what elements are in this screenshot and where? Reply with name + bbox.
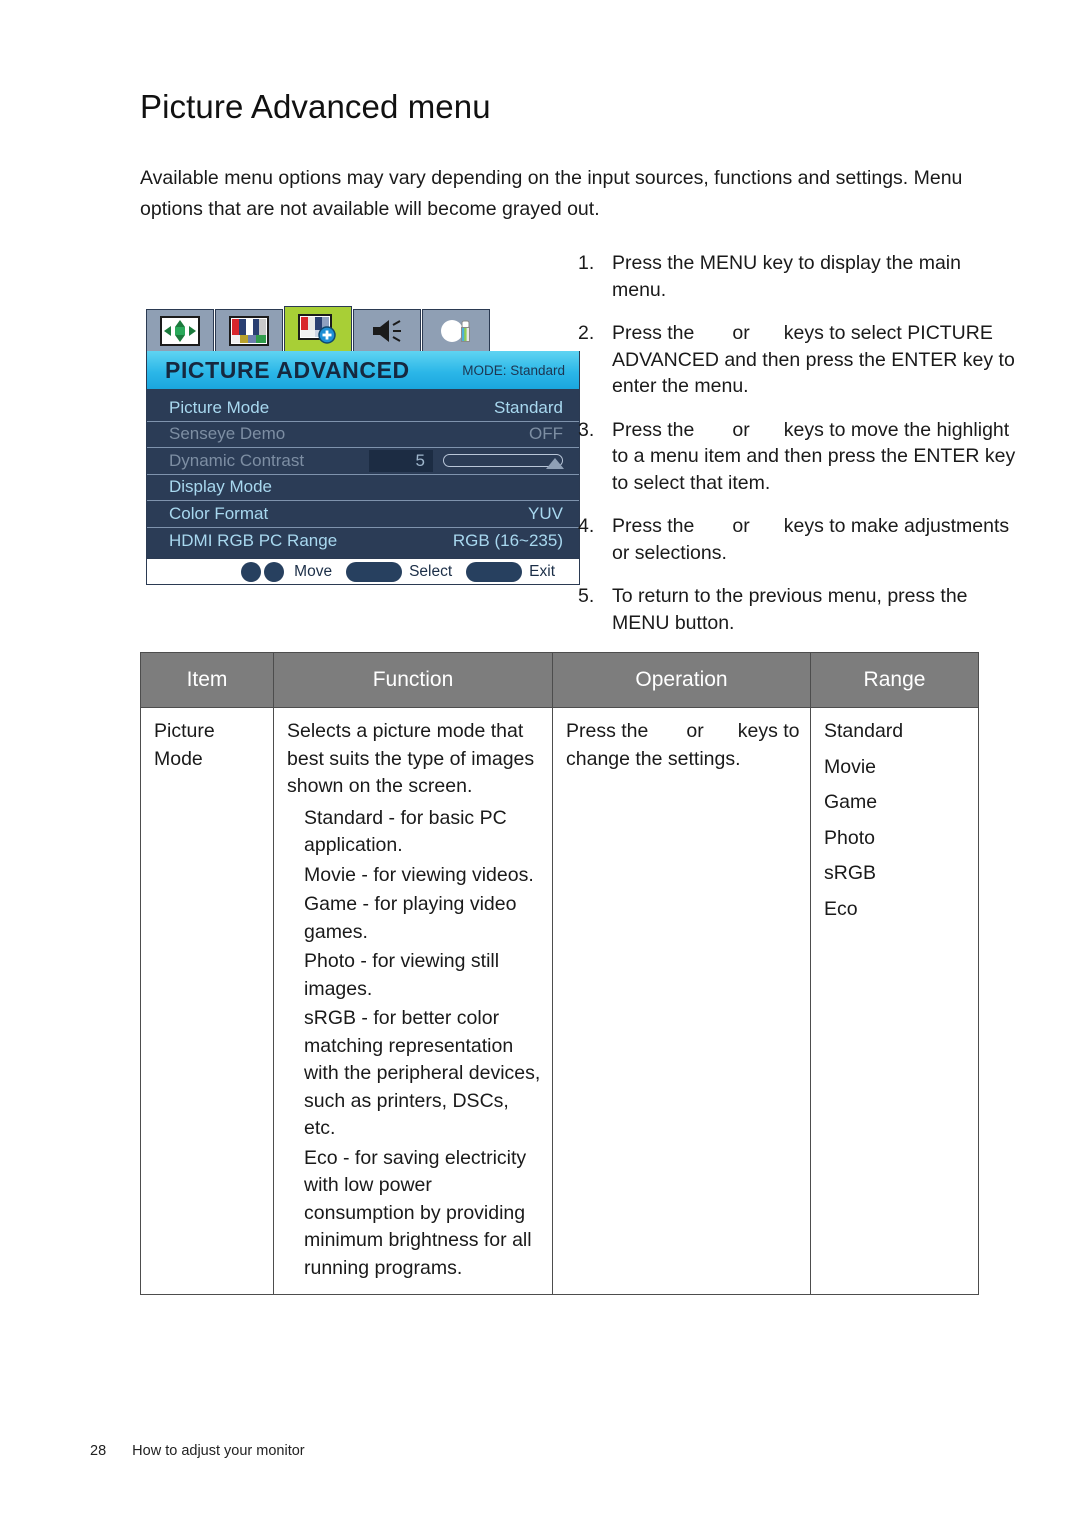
osd-label: Dynamic Contrast (169, 450, 305, 470)
osd-tab-picture[interactable] (215, 309, 283, 351)
osd-row-dynamic-contrast[interactable]: Dynamic Contrast 5 (147, 448, 579, 475)
page-footer: 28 How to adjust your monitor (90, 1443, 305, 1459)
osd-row-hdmi-rgb-pc-range[interactable]: HDMI RGB PC Range RGB (16~235) (147, 528, 579, 555)
osd-row-display-mode[interactable]: Display Mode (147, 475, 579, 501)
table-header-function: Function (273, 652, 553, 708)
function-bullet: Eco - for saving electricity with low po… (304, 1146, 532, 1279)
range-option: Movie (824, 755, 877, 778)
osd-row-picture-mode[interactable]: Picture Mode Standard (147, 395, 579, 422)
step-item: 3. Press the or keys to move the highlight… (578, 417, 1018, 497)
exit-button[interactable] (466, 561, 523, 582)
osd-tab-display[interactable] (146, 309, 214, 351)
osd-header-title: PICTURE ADVANCED (165, 356, 410, 383)
function-bullet: Movie - for viewing videos. (304, 863, 534, 886)
step-text-pre: Press the (612, 322, 695, 344)
range-option: Photo (824, 826, 875, 849)
osd-label: Senseye Demo (169, 424, 286, 444)
settings-table: Item Function Operation Range Picture Mo… (140, 652, 979, 1295)
table-header-row: Item Function Operation Range (140, 652, 979, 708)
osd-value: RGB (16~235) (452, 530, 563, 550)
cell-range: Standard Movie Game Photo sRGB Eco (810, 707, 979, 1295)
intro-line-1: Available menu options may vary dependin… (140, 167, 963, 189)
display-arrows-icon (160, 315, 200, 346)
step-number: 5. (578, 585, 595, 607)
osd-row-color-format[interactable]: Color Format YUV (147, 501, 579, 528)
intro-paragraph: Available menu options may vary dependin… (140, 163, 1018, 225)
function-bullet: Photo - for viewing still images. (304, 950, 500, 1000)
step-text-pre: Press the (612, 515, 695, 537)
function-bullet: sRGB - for better color matching represe… (304, 1007, 541, 1139)
page-number: 28 (90, 1443, 107, 1459)
function-lead-text: Selects a picture mode that best suits t… (287, 720, 535, 797)
step-text-pre: Press the (612, 418, 695, 441)
cell-operation: Press the or keys to change the settings. (552, 707, 811, 1295)
step-text-mid: or (732, 322, 750, 344)
intro-line-2: options that are not available will beco… (140, 198, 600, 220)
step-item: 4. Press the or keys to make adjustments o… (578, 513, 1018, 566)
step-number: 4. (578, 515, 595, 537)
osd-slider-track[interactable] (443, 454, 564, 470)
osd-tab-audio[interactable] (353, 309, 421, 351)
function-bullet: Standard - for basic PC application. (304, 806, 507, 857)
step-item: 2. Press the or keys to select PICTURE ADV… (578, 320, 1018, 400)
osd-tab-system[interactable] (422, 309, 490, 351)
osd-slider-knob[interactable] (546, 458, 564, 470)
osd-value: Standard (494, 397, 563, 417)
step-text: Press the MENU key to display the main m… (612, 252, 961, 301)
cell-item: Picture Mode (140, 707, 274, 1295)
osd-row-senseye-demo[interactable]: Senseye Demo OFF (147, 422, 579, 448)
step-text: Press the or keys to make adjustments or s… (612, 513, 1018, 566)
table-header-operation: Operation (552, 652, 811, 708)
select-label: Select (409, 562, 453, 580)
osd-footer-bar: Move Select Exit (146, 558, 580, 585)
page-title: Picture Advanced menu (140, 88, 491, 125)
step-text: Press the or keys to select PICTURE ADVANC… (612, 320, 1018, 400)
move-up-button[interactable] (241, 561, 262, 582)
osd-value: OFF (529, 424, 563, 444)
select-button[interactable] (346, 561, 403, 582)
osd-label: Color Format (169, 503, 269, 523)
exit-label: Exit (529, 562, 555, 580)
operation-text-mid: or (686, 720, 704, 742)
range-option: Game (824, 791, 878, 813)
step-item: 5. To return to the previous menu, press… (578, 583, 1018, 636)
step-text-mid: or (732, 418, 750, 441)
footer-section-label: How to adjust your monitor (132, 1443, 305, 1459)
osd-label: Display Mode (169, 477, 272, 497)
tools-icon (441, 319, 470, 342)
step-text-mid: or (732, 515, 750, 537)
step-number: 3. (578, 418, 595, 441)
table-header-range: Range (810, 652, 979, 708)
osd-value: YUV (528, 503, 563, 523)
move-down-button[interactable] (264, 561, 285, 582)
step-number: 2. (578, 322, 595, 344)
cell-function: Selects a picture mode that best suits t… (273, 707, 553, 1295)
osd-menu-figure: PICTURE ADVANCED MODE: Standard Picture … (146, 306, 580, 585)
osd-tab-picture-advanced[interactable] (284, 306, 352, 351)
osd-slider-group[interactable]: 5 (369, 449, 564, 472)
osd-label: HDMI RGB PC Range (169, 530, 338, 550)
range-option: Standard (824, 720, 904, 742)
osd-slider-value: 5 (369, 449, 433, 472)
osd-label: Picture Mode (169, 397, 270, 417)
osd-item-list: Picture Mode Standard Senseye Demo OFF D… (146, 389, 580, 558)
step-text: Press the or keys to move the highlight to… (612, 417, 1018, 497)
speaker-icon (373, 319, 401, 342)
color-bars-icon (229, 315, 269, 346)
step-text: To return to the previous menu, press th… (612, 585, 968, 634)
table-header-item: Item (140, 652, 274, 708)
range-option: Eco (824, 897, 858, 920)
step-number: 1. (578, 252, 595, 274)
function-bullet: Game - for playing video games. (304, 893, 517, 943)
osd-header: PICTURE ADVANCED MODE: Standard (146, 351, 580, 389)
table-row: Picture Mode Selects a picture mode that… (140, 707, 979, 1295)
operation-text-pre: Press the (566, 720, 649, 742)
range-option: sRGB (824, 862, 877, 884)
osd-tab-bar (146, 306, 580, 351)
move-label: Move (294, 562, 333, 580)
instruction-steps: 1. Press the MENU key to display the mai… (578, 250, 1018, 653)
step-item: 1. Press the MENU key to display the mai… (578, 250, 1018, 303)
osd-header-mode: MODE: Standard (462, 362, 565, 378)
color-bars-plus-icon (298, 314, 336, 344)
